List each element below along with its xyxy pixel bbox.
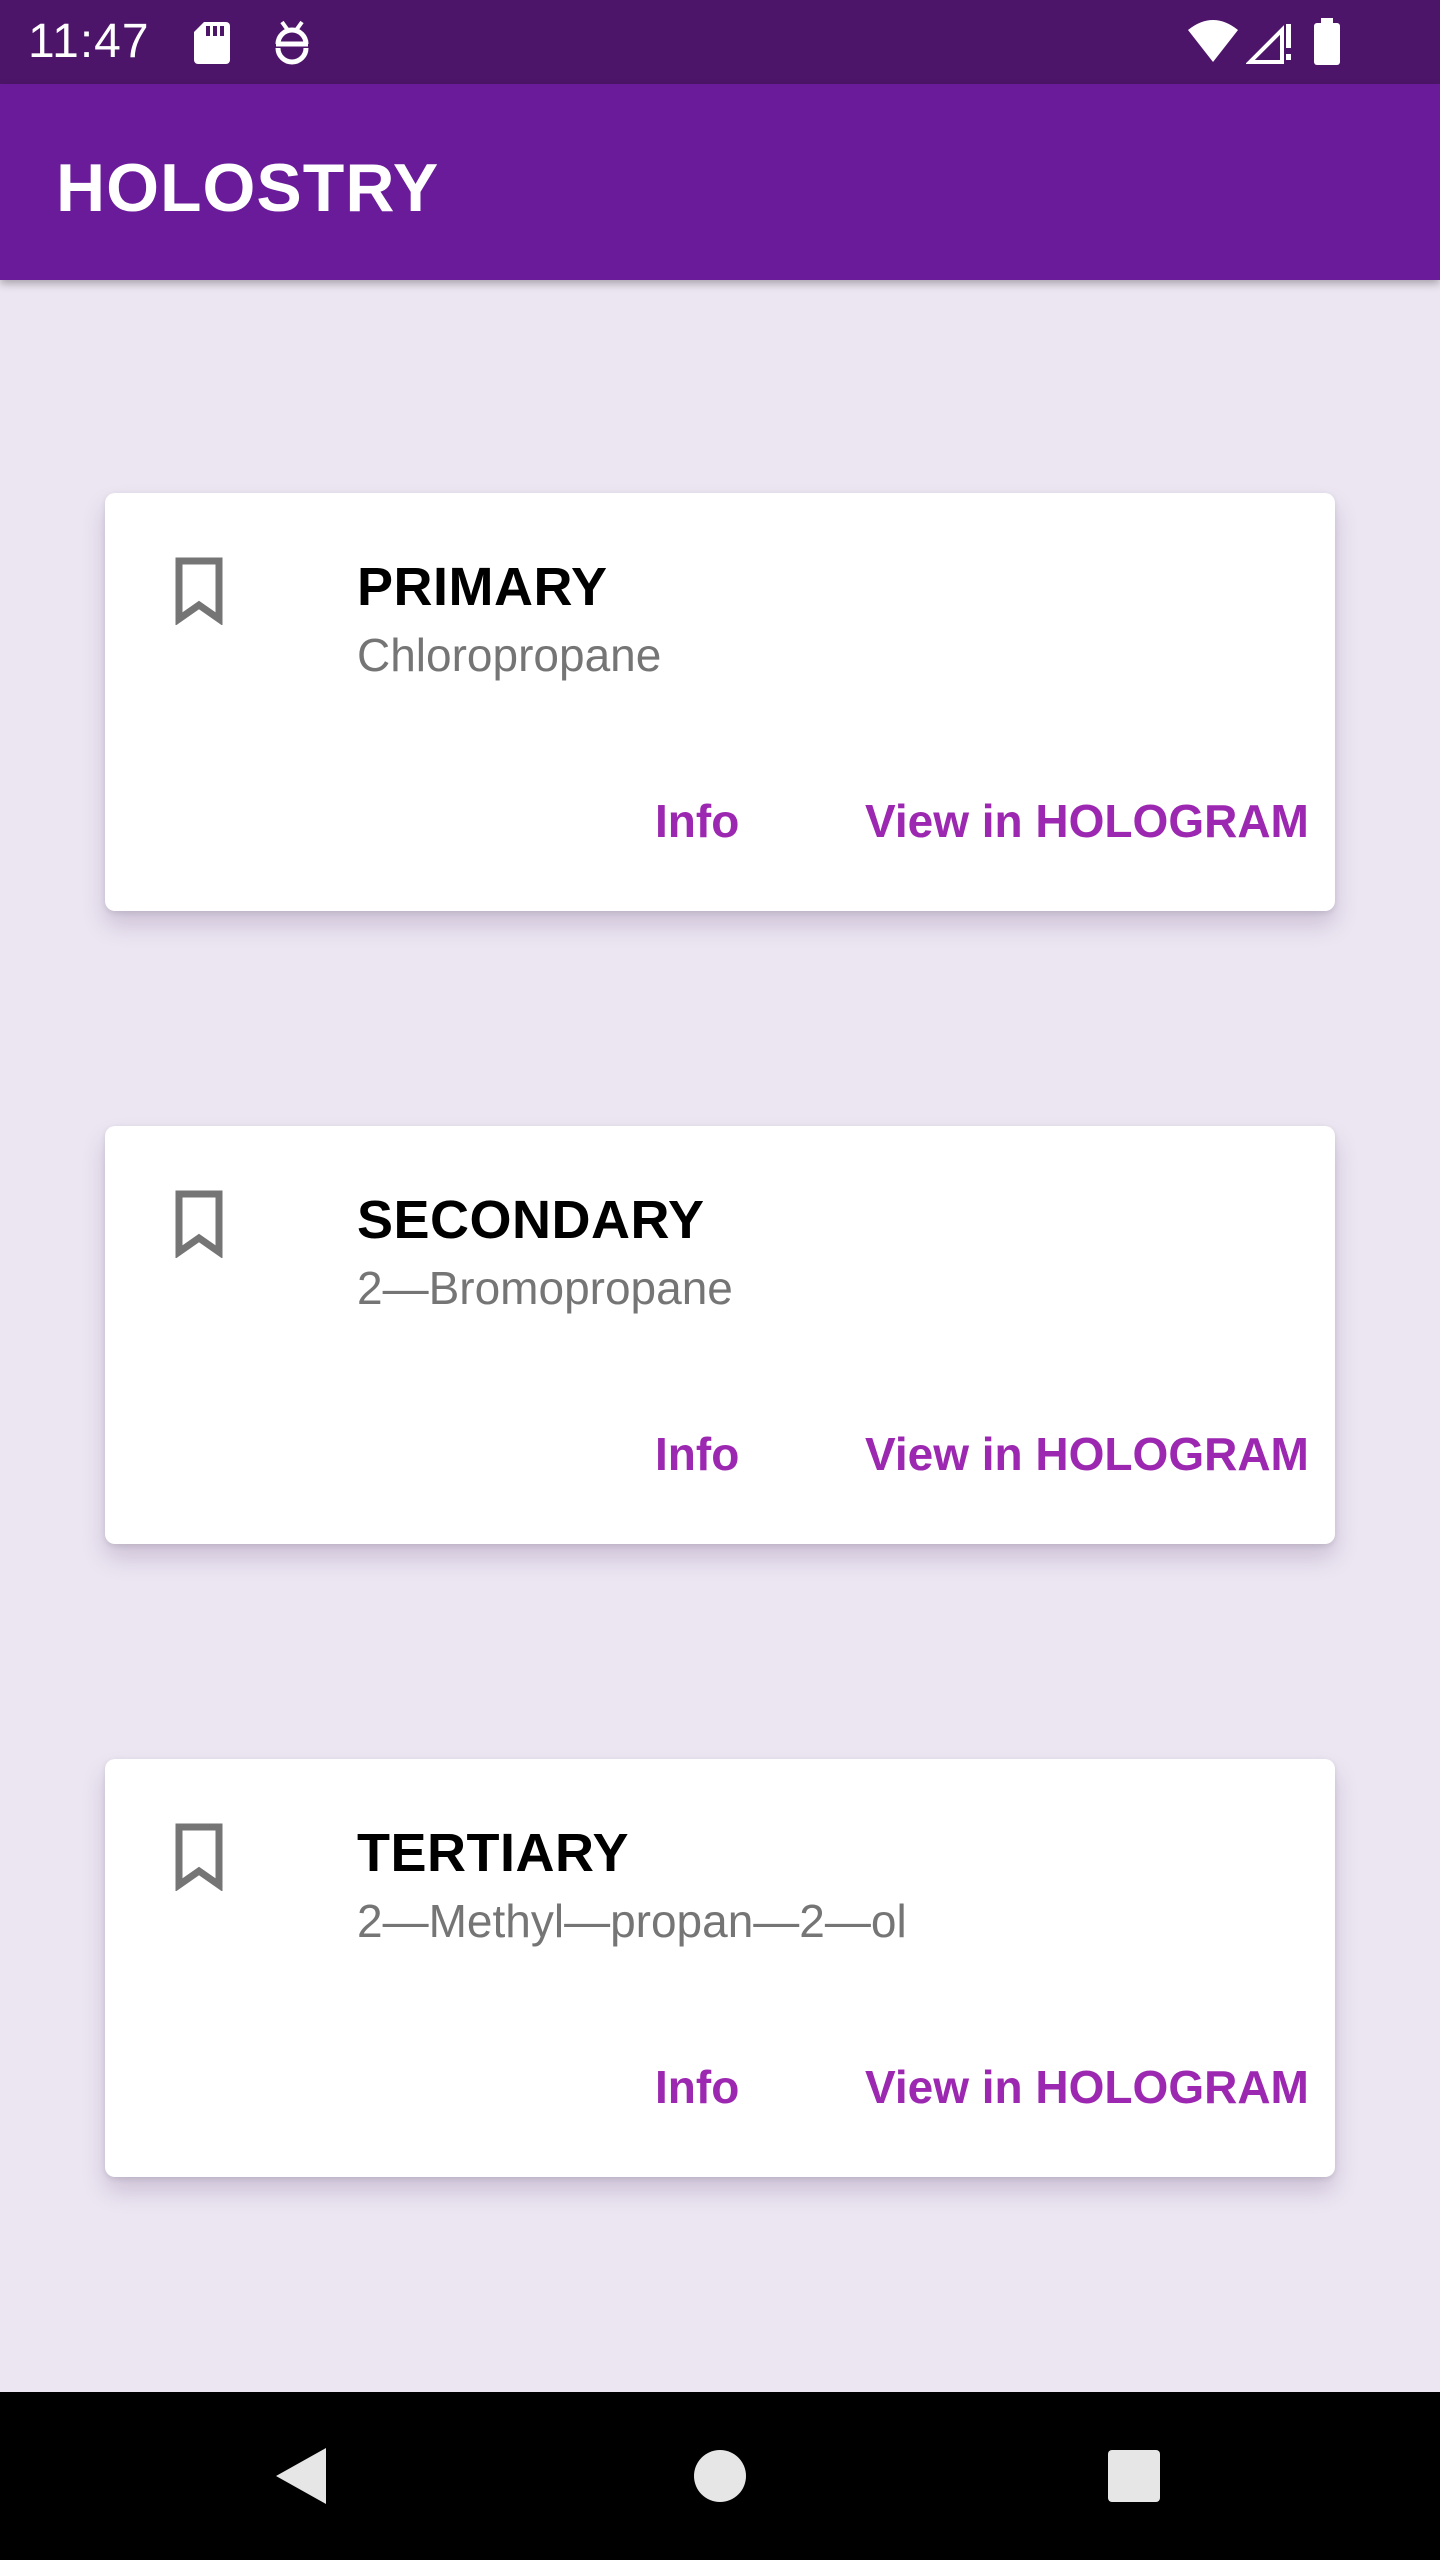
home-icon[interactable] <box>680 2436 760 2516</box>
status-bar: 11:47 <box>0 0 1440 84</box>
card-title: PRIMARY <box>357 557 608 617</box>
card-subtitle: 2—Bromopropane <box>357 1262 733 1314</box>
bookmark-icon[interactable] <box>171 1823 227 1891</box>
info-button[interactable]: Info <box>655 1426 739 1482</box>
card-secondary: SECONDARY 2—Bromopropane Info View in HO… <box>105 1126 1335 1544</box>
back-icon[interactable] <box>262 2436 342 2516</box>
info-button[interactable]: Info <box>655 2059 739 2115</box>
battery-icon <box>1314 18 1340 65</box>
signal-icon <box>1246 24 1291 64</box>
view-hologram-button[interactable]: View in HOLOGRAM <box>865 793 1309 849</box>
wifi-icon <box>1188 20 1238 62</box>
info-button[interactable]: Info <box>655 793 739 849</box>
card-subtitle: Chloropropane <box>357 629 662 681</box>
card-subtitle: 2—Methyl—propan—2—ol <box>357 1895 907 1947</box>
card-title: TERTIARY <box>357 1823 629 1883</box>
card-tertiary: TERTIARY 2—Methyl—propan—2—ol Info View … <box>105 1759 1335 2177</box>
card-title: SECONDARY <box>357 1190 705 1250</box>
view-hologram-button[interactable]: View in HOLOGRAM <box>865 1426 1309 1482</box>
card-primary: PRIMARY Chloropropane Info View in HOLOG… <box>105 493 1335 911</box>
status-time: 11:47 <box>28 15 150 68</box>
navigation-bar <box>0 2392 1440 2560</box>
app-title: HOLOSTRY <box>56 150 440 226</box>
bookmark-icon[interactable] <box>171 557 227 625</box>
sd-card-icon <box>194 22 230 64</box>
view-hologram-button[interactable]: View in HOLOGRAM <box>865 2059 1309 2115</box>
app-bar: HOLOSTRY <box>0 84 1440 280</box>
bookmark-icon[interactable] <box>171 1190 227 1258</box>
recents-icon[interactable] <box>1094 2436 1174 2516</box>
android-debug-icon <box>275 20 309 65</box>
